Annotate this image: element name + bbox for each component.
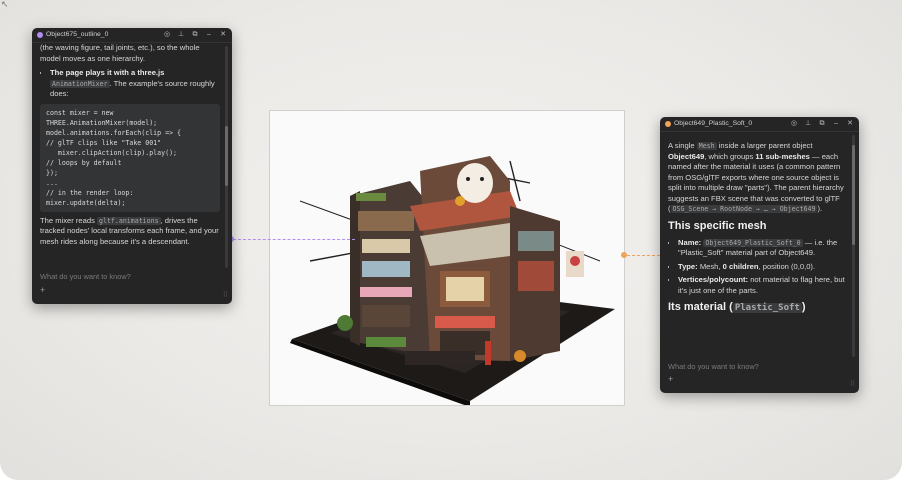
item-label: Type: xyxy=(678,261,698,271)
globe-icon[interactable]: ◎ xyxy=(163,30,171,41)
paragraph-text: The mixer reads gltf.animations, drives … xyxy=(40,216,220,248)
close-icon[interactable]: ✕ xyxy=(846,119,854,130)
p1-a: A single xyxy=(668,141,695,150)
close-icon[interactable]: ✕ xyxy=(219,30,227,41)
panel-title: Object675_outline_0 xyxy=(46,30,109,38)
question-input[interactable]: What do you want to know? xyxy=(668,362,759,373)
minimize-icon[interactable]: – xyxy=(832,119,840,130)
item-label: Vertices/polycount: xyxy=(678,275,749,284)
scrollbar[interactable] xyxy=(852,135,855,357)
panel-title: Object649_Plastic_Soft_0 xyxy=(674,119,753,127)
item-text-end: , position (0,0,0). xyxy=(758,261,816,271)
object-color-dot xyxy=(665,121,671,127)
section-heading: This specific mesh xyxy=(668,219,767,232)
item-text: Mesh, xyxy=(699,261,721,271)
list-item: Vertices/polycount: not material to flag… xyxy=(678,275,847,296)
item-bold: 0 children xyxy=(722,261,759,271)
right-panel-connector xyxy=(622,255,660,256)
code-chip: AnimationMixer xyxy=(50,79,110,88)
right-chat-panel[interactable]: Object649_Plastic_Soft_0 ◎ ⊥ ⧉ – ✕ A sin… xyxy=(660,117,859,393)
intro-text: (the waving figure, tail joints, etc.), … xyxy=(40,43,200,63)
code-chip: OSG_Scene → RootNode → … → Object649 xyxy=(670,205,818,213)
list-item: Name: Object649_Plastic_Soft_0 — i.e. th… xyxy=(678,238,847,259)
minimize-icon[interactable]: – xyxy=(205,30,213,41)
scrollbar-thumb[interactable] xyxy=(225,126,228,186)
right-panel-header[interactable]: Object649_Plastic_Soft_0 ◎ ⊥ ⧉ – ✕ xyxy=(660,117,859,132)
right-anchor-dot xyxy=(621,252,627,258)
question-input[interactable]: What do you want to know? xyxy=(40,272,131,283)
section-heading: Its material (Plastic_Soft) xyxy=(668,300,847,315)
left-panel-connector xyxy=(233,239,355,240)
copy-icon[interactable]: ⧉ xyxy=(191,30,199,41)
3d-model-viewport[interactable] xyxy=(269,110,625,406)
bullet-bold: The page plays it with a three.js xyxy=(50,68,165,77)
pin-icon[interactable]: ⊥ xyxy=(804,119,812,130)
p1-bold-object: Object649 xyxy=(668,151,705,161)
globe-icon[interactable]: ◎ xyxy=(790,119,798,130)
list-item: Type: Mesh, 0 children, position (0,0,0)… xyxy=(678,262,847,273)
pin-icon[interactable]: ⊥ xyxy=(177,30,185,41)
heading-text-end: ) xyxy=(801,301,806,313)
building-model-render xyxy=(290,156,615,405)
code-block: const mixer = new THREE.AnimationMixer(m… xyxy=(40,103,220,212)
paragraph-text: A single Mesh inside a larger parent obj… xyxy=(668,141,847,215)
para-start: The mixer reads xyxy=(40,215,95,225)
scrollbar-thumb[interactable] xyxy=(852,145,855,245)
list-item: The page plays it with a three.js Animat… xyxy=(50,68,220,100)
copy-icon[interactable]: ⧉ xyxy=(818,119,826,130)
code-chip: Mesh xyxy=(696,142,717,150)
right-panel-content: A single Mesh inside a larger parent obj… xyxy=(668,141,847,353)
p1-e: ). xyxy=(817,204,823,213)
add-attachment-button[interactable]: + xyxy=(668,374,673,385)
resize-grip-icon[interactable]: ⠿ xyxy=(223,291,228,302)
p1-bold-submeshes: 11 sub-meshes xyxy=(755,151,810,161)
code-chip: Object649_Plastic_Soft_0 xyxy=(703,238,803,247)
code-chip: gltf.animations xyxy=(97,216,161,225)
left-panel-content: (the waving figure, tail joints, etc.), … xyxy=(40,43,220,267)
resize-grip-icon[interactable]: ⠿ xyxy=(850,380,855,391)
add-attachment-button[interactable]: + xyxy=(40,285,45,296)
cursor-icon: ↖ xyxy=(1,0,9,9)
item-label: Name: xyxy=(678,237,702,247)
p1-c: , which groups xyxy=(704,151,754,161)
heading-text: Its material ( xyxy=(668,301,733,313)
object-color-dot xyxy=(37,32,43,38)
p1-b: inside a larger parent object xyxy=(718,141,813,150)
left-chat-panel[interactable]: Object675_outline_0 ◎ ⊥ ⧉ – ✕ (the wavin… xyxy=(32,28,232,304)
code-chip: Plastic_Soft xyxy=(732,303,802,313)
left-panel-header[interactable]: Object675_outline_0 ◎ ⊥ ⧉ – ✕ xyxy=(32,28,232,43)
scrollbar[interactable] xyxy=(225,46,228,268)
